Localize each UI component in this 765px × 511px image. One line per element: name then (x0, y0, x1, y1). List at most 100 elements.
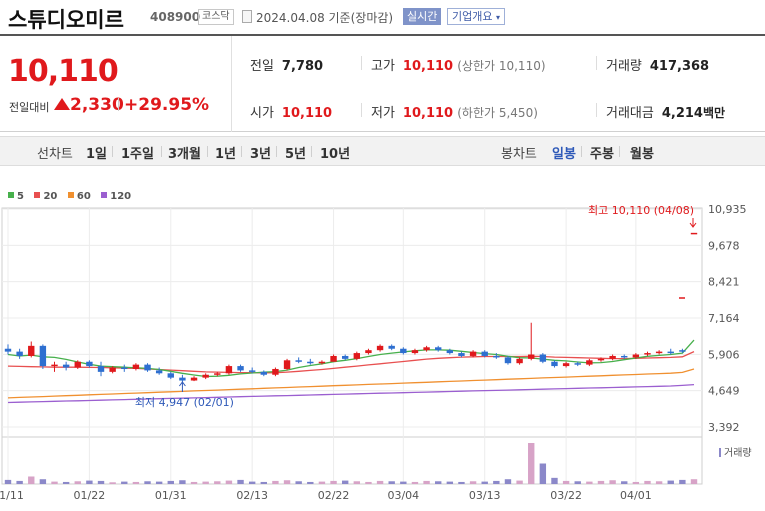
volume-bar (493, 480, 500, 484)
candle-body (283, 360, 291, 369)
x-tick-label: 01/31 (155, 489, 187, 502)
tab-monthly[interactable]: 월봉 (630, 143, 654, 162)
candle-body (248, 370, 256, 372)
candle-body (597, 358, 605, 361)
candle-body (132, 364, 140, 369)
candle-body (225, 366, 233, 374)
volume-bar (469, 481, 477, 484)
volume-bar (690, 479, 698, 484)
tab-weekly[interactable]: 주봉 (590, 143, 614, 162)
candle-body (144, 364, 151, 371)
volume-bar (4, 479, 12, 484)
volume-bar (225, 480, 233, 484)
volume-bar (62, 481, 70, 484)
volume-bar (307, 481, 314, 484)
candle-body (435, 347, 442, 351)
volume-bar (28, 476, 35, 484)
tab-1week[interactable]: 1주일 (121, 143, 154, 162)
candle-body (167, 373, 174, 378)
candle-body (423, 347, 430, 351)
candle-body (586, 360, 593, 365)
candle-body (330, 355, 337, 362)
candle-body (179, 377, 186, 381)
candle-body (74, 361, 81, 368)
divider (361, 103, 362, 117)
candle-body (574, 363, 581, 365)
volume-bar (609, 480, 616, 484)
candle-body (4, 348, 12, 352)
volume-bar (528, 443, 535, 484)
chevron-down-icon: ▾ (495, 13, 500, 22)
tab-daily[interactable]: 일봉 (552, 143, 576, 162)
candle-body (551, 361, 558, 367)
tab-10year[interactable]: 10년 (320, 143, 350, 162)
volume-bar (51, 481, 58, 484)
max-arrow-icon (689, 218, 697, 228)
divider (241, 146, 242, 157)
realtime-button[interactable]: 실시간 (403, 8, 442, 25)
upper-limit: (상한가 10,110) (457, 59, 546, 73)
candle-body (667, 351, 674, 354)
volume-bar (132, 481, 140, 484)
current-price: 10,110 (8, 54, 119, 89)
candle-body (632, 354, 640, 358)
up-arrow-icon (54, 98, 70, 110)
x-tick-label: 02/22 (318, 489, 350, 502)
volume-bar (539, 463, 547, 484)
tab-3month[interactable]: 3개월 (168, 143, 201, 162)
max-annotation: 최고 10,110 (04/08) (588, 204, 694, 217)
prev-close-value: 7,780 (281, 59, 324, 74)
x-tick-label: 03/04 (387, 489, 419, 502)
divider (581, 146, 582, 157)
candle-body (237, 366, 244, 371)
tab-5year[interactable]: 5년 (285, 143, 306, 162)
volume-legend-label: 거래량 (724, 447, 752, 459)
volume-bar (632, 481, 640, 484)
candle-body (621, 355, 628, 358)
low-value: 10,110 (402, 106, 454, 121)
volume-bar (411, 481, 419, 484)
x-tick-label: 01/11 (0, 489, 24, 502)
volume-bar (655, 481, 663, 484)
volume-bar (679, 479, 686, 484)
volume-bar (144, 481, 151, 484)
market-badge: 코스닥 (198, 9, 234, 25)
candle-body (121, 367, 128, 370)
volume-bar (272, 480, 279, 484)
candle-body (388, 345, 395, 349)
volume-bar (516, 480, 523, 484)
x-tick-label: 04/01 (620, 489, 652, 502)
x-tick-label: 01/22 (74, 489, 106, 502)
current-price-box: 10,110 전일대비 2,330 +29.95% (0, 36, 232, 132)
volume-bar (644, 480, 651, 484)
tab-1day[interactable]: 1일 (86, 143, 107, 162)
min-annotation: 최저 4,947 (02/01) (135, 396, 234, 409)
volume-bar (121, 481, 128, 484)
volume-bar (388, 481, 395, 484)
price-info-panel: 10,110 전일대비 2,330 +29.95% 전일 7,780 고가 10,1… (0, 34, 765, 132)
volume-bar (248, 481, 256, 484)
y-tick-label: 10,935 (708, 203, 747, 216)
candle-body (609, 355, 616, 359)
volume-bar (446, 481, 454, 484)
company-overview-button[interactable]: 기업개요 ▾ (447, 8, 505, 25)
prev-close-label: 전일 (250, 59, 274, 74)
candle-body (528, 354, 535, 359)
candle-body (97, 366, 105, 372)
divider (112, 146, 113, 157)
volume: 거래량 417,368 (606, 55, 709, 74)
candle-body (365, 350, 372, 354)
volume-bar (574, 481, 581, 484)
x-tick-label: 03/13 (469, 489, 501, 502)
volume-bar (562, 480, 570, 484)
change-percent: +29.95% (124, 95, 210, 115)
tab-1year[interactable]: 1년 (215, 143, 236, 162)
price-chart[interactable]: 10,935 9,678 8,421 7,164 5,906 4,649 3,392 01/1… (0, 196, 765, 511)
candle-body (62, 364, 70, 368)
divider (276, 146, 277, 157)
divider (311, 146, 312, 157)
tab-3year[interactable]: 3년 (250, 143, 271, 162)
volume-bar (260, 481, 267, 484)
candle-body (341, 355, 349, 359)
high-value: 10,110 (402, 59, 454, 74)
